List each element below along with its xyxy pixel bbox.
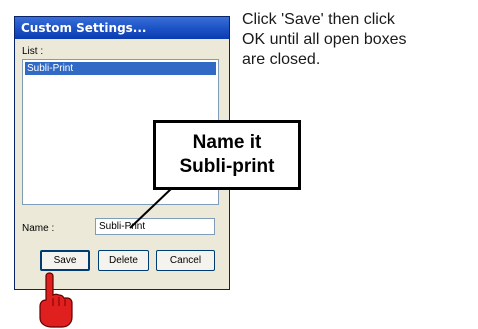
callout-line: Subli-print — [179, 156, 275, 177]
callout-line: Name it — [192, 132, 262, 153]
callout-pointer-line — [129, 187, 173, 229]
name-callout-box: Name it Subli-print — [153, 120, 301, 190]
pointing-hand-icon — [39, 272, 73, 328]
